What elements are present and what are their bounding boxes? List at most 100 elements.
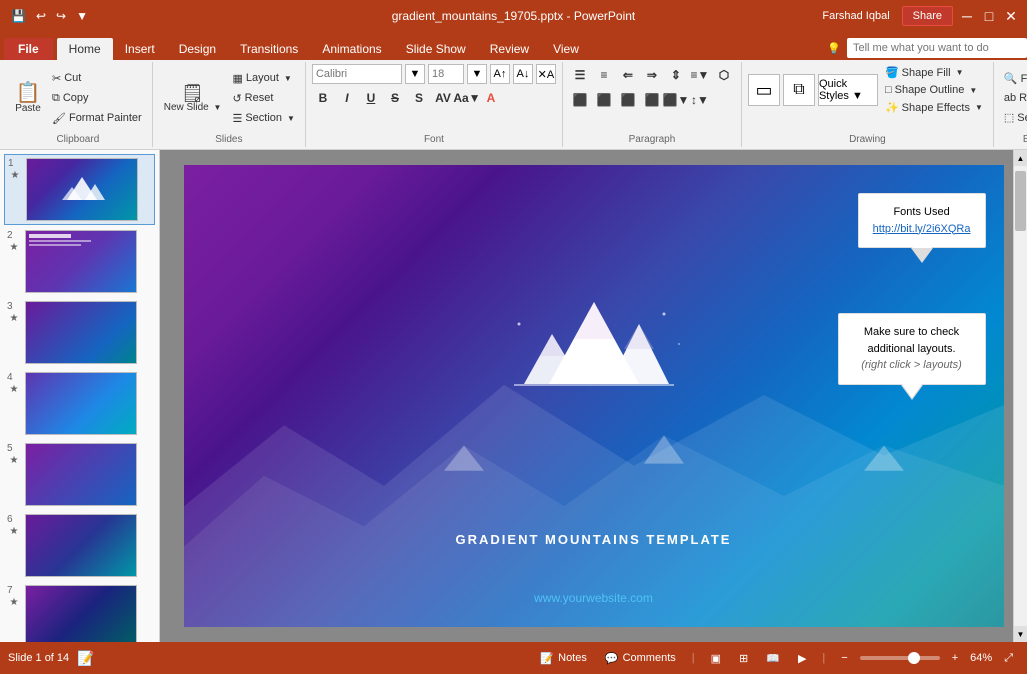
minimize-button[interactable]: ─ — [959, 8, 975, 24]
shapes-button[interactable]: ▭ — [748, 74, 780, 106]
tab-insert[interactable]: Insert — [113, 38, 167, 60]
bold-button[interactable]: B — [312, 87, 334, 109]
tab-transitions[interactable]: Transitions — [228, 38, 310, 60]
tab-slideshow[interactable]: Slide Show — [394, 38, 478, 60]
new-slide-button[interactable]: 🗒 New Slide ▼ — [159, 81, 227, 116]
underline-button[interactable]: U — [360, 87, 382, 109]
text-direction-button[interactable]: ⇕ — [665, 64, 687, 86]
scroll-track[interactable] — [1014, 166, 1027, 626]
vertical-scrollbar[interactable]: ▲ ▼ — [1013, 150, 1027, 642]
slide-thumb-7[interactable]: 7 ★ — [4, 582, 155, 642]
tab-view[interactable]: View — [541, 38, 591, 60]
font-size-increase[interactable]: A↑ — [490, 64, 510, 84]
tab-design[interactable]: Design — [167, 38, 228, 60]
slide-thumb-6[interactable]: 6 ★ — [4, 511, 155, 580]
font-name-dropdown[interactable]: ▼ — [405, 64, 425, 84]
slide-thumb-5[interactable]: 5 ★ — [4, 440, 155, 509]
save-icon[interactable]: 💾 — [8, 7, 29, 25]
slide-star-3: ★ — [10, 313, 19, 324]
slide-thumb-1[interactable]: 1 ★ — [4, 154, 155, 225]
increase-indent-button[interactable]: ⇒ — [641, 64, 663, 86]
tell-me-input[interactable] — [847, 38, 1027, 58]
zoom-out-button[interactable]: − — [835, 650, 853, 666]
quick-styles-button[interactable]: Quick Styles ▼ — [818, 74, 878, 106]
justify-button[interactable]: ⬛ — [641, 89, 663, 111]
slide-star-7: ★ — [10, 597, 19, 608]
copy-button[interactable]: ⧉ Copy — [48, 90, 146, 107]
tab-animations[interactable]: Animations — [310, 38, 393, 60]
slide-sorter-button[interactable]: ⊞ — [733, 650, 754, 667]
main-slide[interactable]: GRADIENT MOUNTAINS TEMPLATE www.yourwebs… — [184, 165, 1004, 627]
restore-button[interactable]: □ — [981, 8, 997, 24]
shape-effects-dropdown: ▼ — [975, 103, 983, 112]
slide-thumb-3[interactable]: 3 ★ — [4, 298, 155, 367]
tab-file[interactable]: File — [4, 38, 53, 60]
customize-icon[interactable]: ▼ — [73, 7, 91, 25]
char-spacing-button[interactable]: AV — [432, 87, 454, 109]
zoom-in-button[interactable]: + — [946, 650, 964, 666]
select-button[interactable]: ⬚ Select ▼ — [1000, 109, 1027, 126]
decrease-indent-button[interactable]: ⇐ — [617, 64, 639, 86]
align-text-button[interactable]: ≡▼ — [689, 64, 711, 86]
font-color-button[interactable]: A — [480, 87, 502, 109]
zoom-level: 64% — [970, 652, 992, 664]
slideshow-button[interactable]: ▶ — [792, 650, 812, 667]
scroll-thumb[interactable] — [1015, 171, 1026, 231]
comments-button[interactable]: 💬 Comments — [599, 650, 682, 667]
callout1-arrow-border — [911, 248, 933, 263]
share-button[interactable]: Share — [902, 6, 953, 26]
shape-outline-button[interactable]: □ Shape Outline ▼ — [881, 82, 987, 98]
font-size-decrease[interactable]: A↓ — [513, 64, 533, 84]
notes-label: Notes — [558, 652, 587, 664]
shape-effects-button[interactable]: ✨ Shape Effects ▼ — [881, 99, 987, 116]
arrange-button[interactable]: ⧉ — [783, 74, 815, 106]
section-button[interactable]: ☰ Section ▼ — [228, 110, 299, 127]
tab-review[interactable]: Review — [478, 38, 541, 60]
find-button[interactable]: 🔍 Find — [1000, 70, 1027, 87]
font-size-dropdown[interactable]: ▼ — [467, 64, 487, 84]
find-icon: 🔍 — [1004, 72, 1018, 85]
close-button[interactable]: ✕ — [1003, 8, 1019, 24]
tell-me-container: 💡 — [827, 38, 1027, 60]
slide-thumb-2[interactable]: 2 ★ — [4, 227, 155, 296]
font-name-input[interactable] — [312, 64, 402, 84]
zoom-slider[interactable] — [860, 656, 940, 660]
align-right-button[interactable]: ⬛ — [617, 89, 639, 111]
redo-icon[interactable]: ↪ — [53, 7, 69, 25]
shape-fill-button[interactable]: 🪣 Shape Fill ▼ — [881, 64, 987, 81]
clear-formatting[interactable]: ✕A — [536, 64, 556, 84]
smartart-button[interactable]: ⬡ — [713, 64, 735, 86]
undo-icon[interactable]: ↩ — [33, 7, 49, 25]
cut-button[interactable]: ✂ Cut — [48, 70, 146, 87]
editing-label: Editing — [1023, 132, 1027, 145]
font-controls: ▼ ▼ A↑ A↓ ✕A B I U S S AV Aa▼ A — [312, 64, 556, 109]
fit-to-window-button[interactable]: ⤢ — [998, 650, 1019, 667]
tab-home[interactable]: Home — [57, 38, 113, 60]
slide-thumb-4[interactable]: 4 ★ — [4, 369, 155, 438]
format-painter-button[interactable]: 🖌 Format Painter — [48, 110, 146, 127]
text-shadow-button[interactable]: S — [408, 87, 430, 109]
bullets-button[interactable]: ☰ — [569, 64, 591, 86]
reset-button[interactable]: ↺ Reset — [228, 90, 299, 107]
cols-button[interactable]: ⬛▼ — [665, 89, 687, 111]
scroll-up-button[interactable]: ▲ — [1014, 150, 1027, 166]
layout-button[interactable]: ▦ Layout ▼ — [228, 70, 299, 87]
zoom-thumb[interactable] — [908, 652, 920, 664]
strikethrough-button[interactable]: S — [384, 87, 406, 109]
align-left-button[interactable]: ⬛ — [569, 89, 591, 111]
italic-button[interactable]: I — [336, 87, 358, 109]
font-size-input[interactable] — [428, 64, 464, 84]
notes-button[interactable]: 📝 Notes — [534, 650, 592, 667]
scroll-down-button[interactable]: ▼ — [1014, 626, 1027, 642]
notes-icon[interactable]: 📝 — [77, 650, 94, 667]
reading-view-button[interactable]: 📖 — [760, 650, 786, 667]
canvas-area: GRADIENT MOUNTAINS TEMPLATE www.yourwebs… — [160, 150, 1027, 642]
normal-view-button[interactable]: ▣ — [705, 650, 727, 667]
line-spacing-button[interactable]: ↕▼ — [689, 89, 711, 111]
paste-button[interactable]: 📋 Paste — [10, 80, 46, 117]
callout2-line2: (right click > layouts) — [853, 357, 971, 374]
change-case-button[interactable]: Aa▼ — [456, 87, 478, 109]
replace-button[interactable]: ab Replace ▼ — [1000, 90, 1027, 106]
align-center-button[interactable]: ⬛ — [593, 89, 615, 111]
numbering-button[interactable]: ≡ — [593, 64, 615, 86]
